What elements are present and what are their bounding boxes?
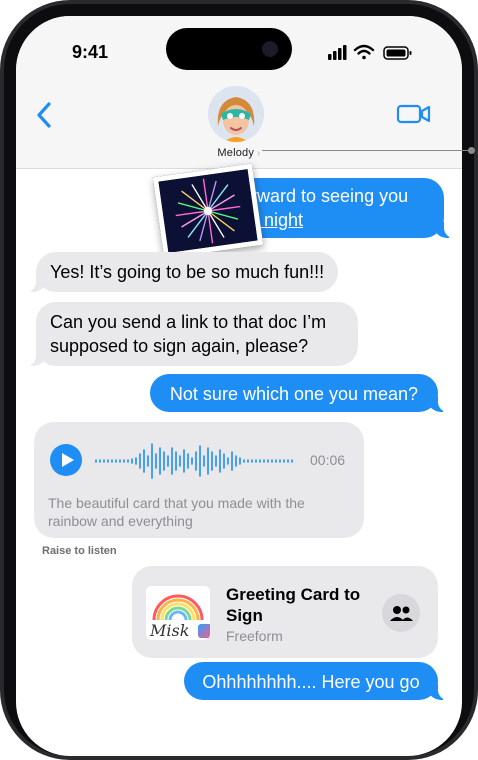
message-bubble-outgoing[interactable]: Ohhhhhhhh.... Here you go <box>184 662 448 700</box>
memoji-avatar-icon <box>208 86 264 142</box>
freeform-app-icon <box>198 624 210 638</box>
audio-duration: 00:06 <box>310 452 346 468</box>
dynamic-island <box>166 28 292 70</box>
status-icons <box>328 44 412 60</box>
callout-line <box>262 150 474 151</box>
conversation-header: 9:41 Melody › <box>16 16 462 169</box>
freeform-thumb-text: Misk <box>149 621 189 640</box>
collaborate-icon <box>390 606 413 621</box>
status-time: 9:41 <box>72 42 109 62</box>
message-text: forward to seeing you <box>236 186 409 206</box>
message-bubble-outgoing[interactable]: Not sure which one you mean? <box>150 374 448 412</box>
message-text: Can you send a link to that doc I’m supp… <box>50 312 327 356</box>
audio-transcript: The beautiful card that you made with th… <box>48 495 305 529</box>
contact-avatar[interactable] <box>208 86 264 142</box>
fireworks-icon <box>158 169 258 253</box>
wifi-icon <box>353 44 375 60</box>
message-link[interactable]: ow night <box>236 208 430 232</box>
message-text: Yes! It’s going to be so much fun!!! <box>50 262 325 282</box>
message-bubble-incoming[interactable]: Yes! It’s going to be so much fun!!! <box>25 252 339 292</box>
front-camera <box>262 41 278 57</box>
waveform-icon[interactable] <box>94 436 300 486</box>
fireworks-photo[interactable] <box>152 163 264 259</box>
battery-icon <box>383 46 412 60</box>
freeform-thumbnail: Misk <box>146 586 210 640</box>
signal-icon <box>328 45 347 60</box>
messages-screen: 9:41 Melody › forward to seeing you ow n… <box>16 16 462 756</box>
callout-dot <box>468 147 475 154</box>
freeform-card-title: Greeting Card to Sign <box>226 585 361 625</box>
audio-message[interactable]: 00:06 The beautiful card that you made w… <box>34 422 364 538</box>
message-bubble-incoming[interactable]: Can you send a link to that doc I’m supp… <box>26 302 358 366</box>
message-text: Ohhhhhhhh.... Here you go <box>202 672 420 692</box>
play-icon[interactable] <box>50 444 82 476</box>
contact-name-label: Melody <box>217 147 255 159</box>
contact-name[interactable]: Melody › <box>16 147 462 159</box>
back-chevron-icon[interactable] <box>34 100 54 130</box>
freeform-card-subtitle: Freeform <box>226 628 283 644</box>
raise-to-listen-hint: Raise to listen <box>42 545 117 557</box>
freeform-link-card[interactable]: Misk Greeting Card to Sign Freeform <box>132 566 438 658</box>
message-text: Not sure which one you mean? <box>169 384 419 404</box>
chevron-right-icon: › <box>254 148 261 159</box>
video-camera-icon[interactable] <box>396 100 432 128</box>
collaborate-button[interactable] <box>382 594 420 632</box>
